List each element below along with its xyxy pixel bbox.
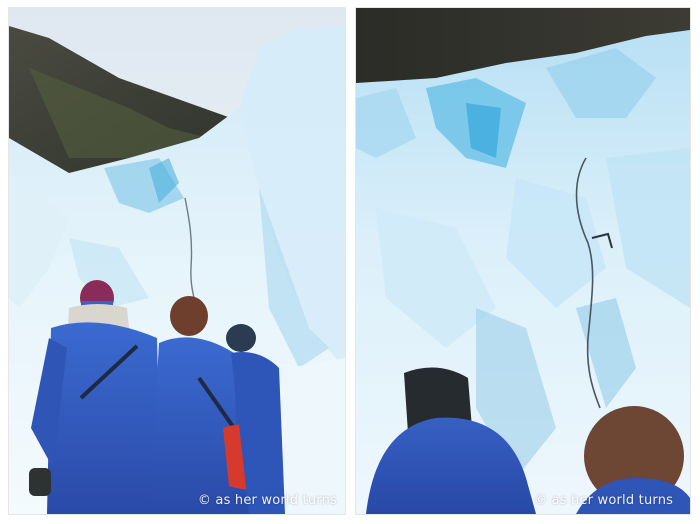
watermark-left: © as her world turns: [197, 493, 337, 508]
left-photo: © as her world turns: [9, 8, 345, 514]
right-photo: © as her world turns: [356, 8, 690, 514]
right-photo-scene: [356, 8, 690, 514]
left-photo-scene: [9, 8, 345, 514]
watermark-right: © as her world turns: [534, 493, 674, 508]
